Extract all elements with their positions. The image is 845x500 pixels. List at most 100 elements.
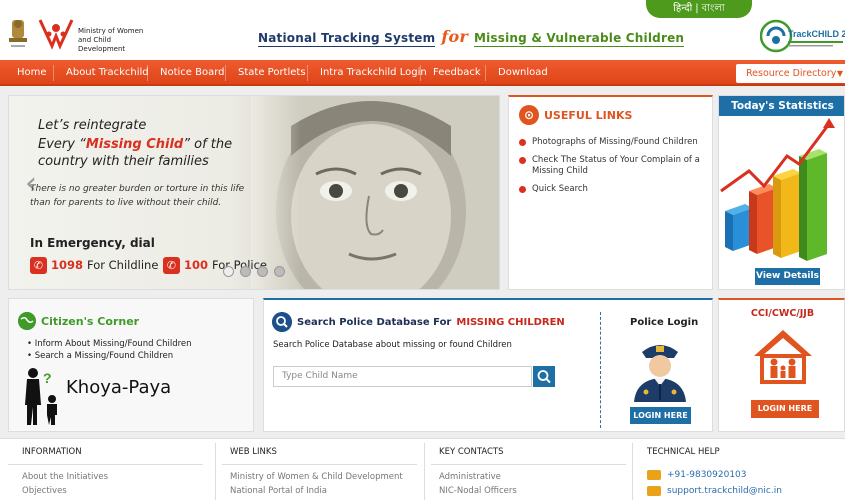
nav-download[interactable]: Download — [498, 60, 548, 84]
childline-label: For Childline — [87, 258, 159, 272]
cci-login-button[interactable]: LOGIN HERE — [751, 400, 819, 418]
globe-icon — [18, 312, 36, 330]
citizens-corner-header: Citizen's Corner — [18, 312, 139, 330]
khoya-paya-figures-icon: ? — [25, 368, 57, 425]
home-family-icon — [754, 330, 812, 384]
slider-dot[interactable] — [274, 266, 285, 277]
footer-divider — [222, 464, 417, 465]
child-portrait-image — [251, 96, 499, 289]
footer-divider — [8, 464, 203, 465]
footer-column-separator — [215, 443, 216, 500]
useful-link-photographs[interactable]: Photographs of Missing/Found Children — [519, 137, 707, 148]
phone-icon: ✆ — [163, 256, 180, 274]
footer-divider — [431, 464, 626, 465]
useful-link-quick-search[interactable]: Quick Search — [519, 184, 707, 195]
nav-divider — [53, 65, 54, 81]
cci-cwc-jjb-panel: CCI/CWC/JJB LOGIN HERE — [718, 298, 845, 432]
lang-hindi-link[interactable]: हिन्दी — [673, 3, 692, 14]
khoya-paya-link[interactable]: Khoya-Paya — [66, 377, 171, 398]
footer-phone-number: +91-9830920103 — [667, 470, 747, 480]
stats-title: Today's Statistics — [719, 96, 844, 116]
statistics-bar-graphic — [720, 118, 835, 261]
nav-divider — [485, 65, 486, 81]
search-panel-title: Search Police Database For — [297, 316, 452, 328]
hero-subtext: There is no greater burden or torture in… — [30, 184, 245, 208]
hero-slider: Let’s reintegrate Every “Missing Child” … — [8, 95, 500, 290]
slider-dot[interactable] — [240, 266, 251, 277]
footer-phone[interactable]: +91-9830920103 — [647, 470, 747, 480]
police-login-title: Police Login — [630, 317, 699, 328]
nav-divider — [225, 65, 226, 81]
police-officer-icon — [634, 345, 686, 402]
child-name-search-input[interactable]: Type Child Name — [273, 366, 532, 387]
footer-link-administrative[interactable]: Administrative — [439, 472, 501, 482]
nav-about[interactable]: About Trackchild — [66, 60, 149, 84]
view-details-button[interactable]: View Details — [755, 268, 820, 285]
slider-prev-arrow-icon[interactable]: ‹ — [25, 166, 37, 201]
site-title: National Tracking System for Missing & Vul… — [258, 27, 685, 47]
footer-link-about-initiatives[interactable]: About the Initiatives — [22, 472, 108, 482]
hero-heading-line2: Every “Missing Child” of the country wit… — [38, 136, 268, 170]
ministry-logo-icon — [38, 19, 74, 50]
resource-directory-dropdown[interactable]: Resource Directory ▼ — [736, 64, 845, 83]
panel-divider — [600, 312, 601, 428]
nav-notice-board[interactable]: Notice Board — [160, 60, 225, 84]
citizens-corner-panel: Citizen's Corner Inform About Missing/Fo… — [8, 298, 254, 432]
footer-email-address: support.trackchild@nic.in — [667, 486, 782, 496]
trackchild-logo: TrackCHILD 2.0 — [760, 19, 845, 53]
chevron-down-icon: ▼ — [836, 69, 843, 78]
mail-icon — [647, 486, 661, 496]
link-icon: ⊙ — [519, 105, 539, 125]
resource-directory-label: Resource Directory — [746, 68, 837, 79]
childline-number: 1098 — [51, 258, 84, 272]
slider-dot[interactable] — [223, 266, 234, 277]
national-emblem-icon — [9, 20, 27, 47]
lang-bengali-link[interactable]: বাংলা — [702, 3, 725, 14]
citizens-corner-list: Inform About Missing/Found Children Sear… — [27, 338, 192, 362]
main-nav: Home About Trackchild Notice Board State… — [0, 60, 845, 86]
slider-dot[interactable] — [257, 266, 268, 277]
nav-divider — [147, 65, 148, 81]
title-part1: National Tracking System — [258, 31, 436, 47]
cci-title: CCI/CWC/JJB — [750, 308, 815, 319]
nav-divider — [307, 65, 308, 81]
footer-email[interactable]: support.trackchild@nic.in — [647, 486, 782, 496]
site-footer: INFORMATION About the Initiatives Object… — [0, 438, 845, 500]
citizen-link-search[interactable]: Search a Missing/Found Children — [27, 350, 192, 362]
ministry-name: Ministry of Women and Child Development — [78, 27, 144, 53]
footer-link-national-portal[interactable]: National Portal of India — [230, 486, 327, 496]
footer-column-separator — [632, 443, 633, 500]
phone-icon: ✆ — [30, 256, 47, 274]
nav-intra-login[interactable]: Intra Trackchild Login — [320, 60, 427, 84]
search-submit-button[interactable] — [533, 366, 555, 387]
useful-links-header: ⊙ USEFUL LINKS — [519, 105, 632, 125]
slider-dots — [223, 266, 285, 277]
nav-home[interactable]: Home — [17, 60, 47, 84]
search-panel-description: Search Police Database about missing or … — [273, 340, 512, 350]
footer-information-title: INFORMATION — [22, 447, 82, 457]
footer-link-nic-nodal[interactable]: NIC-Nodal Officers — [439, 486, 517, 496]
footer-key-contacts-title: KEY CONTACTS — [439, 447, 504, 457]
footer-link-objectives[interactable]: Objectives — [22, 486, 67, 496]
useful-link-complaint-status[interactable]: Check The Status of Your Complain of a M… — [519, 155, 707, 177]
citizen-link-inform[interactable]: Inform About Missing/Found Children — [27, 338, 192, 350]
useful-links-list: Photographs of Missing/Found Children Ch… — [519, 137, 707, 202]
language-switcher: हिन्दी | বাংলা — [646, 0, 752, 18]
police-login-button[interactable]: LOGIN HERE — [630, 407, 691, 424]
footer-link-ministry[interactable]: Ministry of Women & Child Development — [230, 472, 403, 482]
nav-divider — [420, 65, 421, 81]
search-panel-title-emphasis: MISSING CHILDREN — [456, 316, 565, 328]
hero-heading-line1: Let’s reintegrate — [38, 118, 147, 133]
hero-missing-child: Missing Child — [85, 137, 184, 152]
search-panel-header: Search Police Database For MISSING CHILD… — [272, 312, 565, 332]
useful-links-title: USEFUL LINKS — [544, 108, 633, 122]
nav-feedback[interactable]: Feedback — [433, 60, 481, 84]
emergency-heading: In Emergency, dial — [30, 236, 155, 250]
childline-helpline: ✆ 1098 For Childline — [30, 256, 158, 274]
useful-links-panel: ⊙ USEFUL LINKS Photographs of Missing/Fo… — [508, 95, 713, 290]
nav-state-portlets[interactable]: State Portlets — [238, 60, 306, 84]
todays-statistics-panel: Today's Statistics View Details — [718, 95, 845, 290]
site-header: Ministry of Women and Child Development … — [0, 0, 845, 60]
trackchild-logo-text: TrackCHILD 2.0 — [788, 29, 845, 39]
title-for: for — [441, 27, 468, 46]
